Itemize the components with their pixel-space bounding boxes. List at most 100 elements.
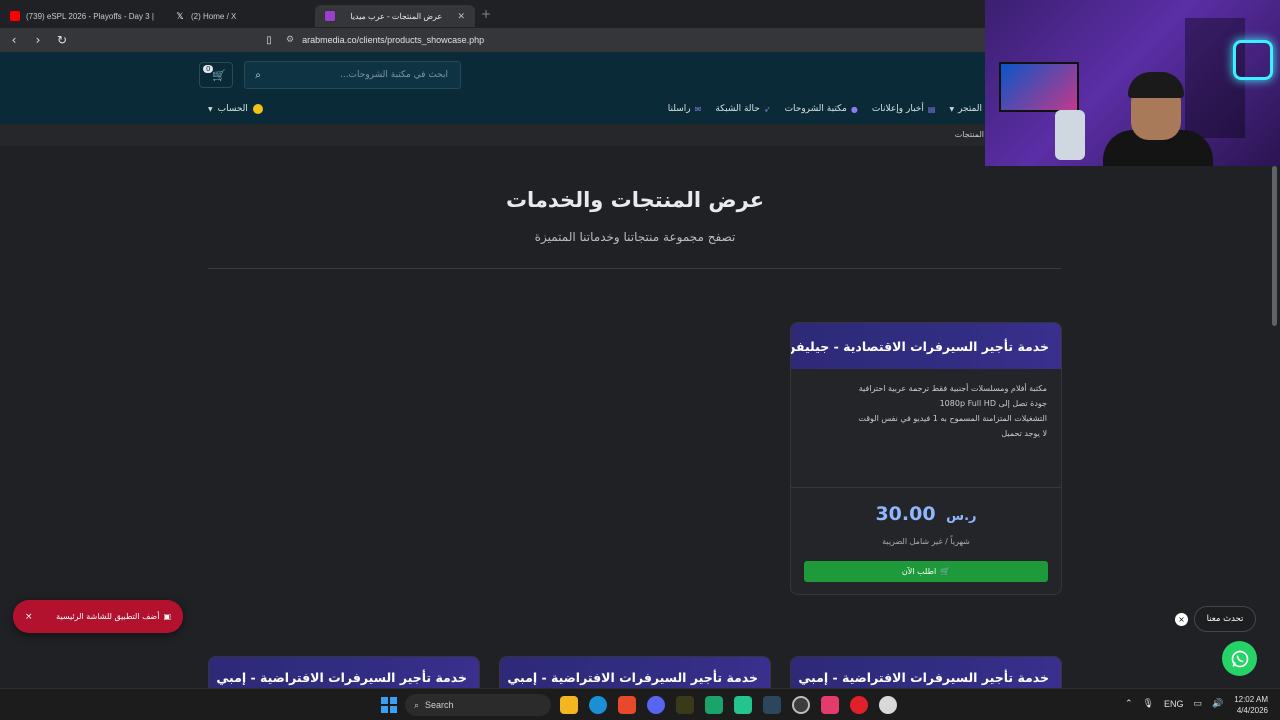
obs-icon[interactable] [879, 696, 897, 714]
arabmedia-favicon-icon [325, 11, 335, 21]
discord-icon[interactable] [647, 696, 665, 714]
nav-label: مكتبة الشروحات [784, 104, 847, 114]
new-tab-icon[interactable]: + [481, 7, 491, 21]
product-price: 30.00 ر.س [791, 503, 1061, 525]
nav-item-network-status[interactable]: ➶ حالة الشبكة [715, 104, 770, 114]
steam-icon[interactable] [763, 696, 781, 714]
webcam-neon-light [1233, 40, 1273, 80]
address-bar[interactable]: ⚙ arabmedia.co/clients/products_showcase… [280, 30, 980, 50]
newspaper-icon: ▤ [927, 104, 936, 114]
taskbar-search[interactable]: ⌕ Search [405, 694, 551, 716]
cart-icon: 🛒 [212, 68, 226, 82]
taskbar: ⌕ Search ⌃ 🎙 ENG ▭ 🔊 12:02 AM 4/4/2026 [0, 688, 1280, 720]
volume-icon[interactable]: 🔊 [1212, 698, 1223, 709]
search-icon[interactable]: ⌕ [245, 70, 271, 81]
envelope-icon: ✉ [694, 104, 702, 114]
tab-close-icon[interactable]: ✕ [457, 11, 465, 22]
price-value: 30.00 [875, 503, 936, 525]
order-label: اطلب الآن [901, 567, 937, 576]
rocket-icon: ➶ [763, 104, 771, 114]
whatsapp-button[interactable] [1222, 641, 1257, 676]
nav-item-news[interactable]: ▤ أخبار وإعلانات [872, 104, 936, 114]
pwa-prompt-text: ▣ أضف التطبيق للشاشة الرئيسية [56, 612, 171, 621]
feature-item: لا يوجد تحميل [1001, 429, 1047, 438]
user-circle-icon [252, 104, 263, 114]
feature-item: التشغيلات المتزامنة المسموح به 1 فيديو ف… [858, 414, 1047, 423]
app-icon[interactable] [705, 696, 723, 714]
cart-button[interactable]: 0 🛒 [199, 62, 233, 88]
cart-icon: 🛒 [940, 567, 951, 576]
account-label: الحساب [217, 104, 248, 114]
feature-item: جودة تصل إلى 1080p Full HD [939, 399, 1047, 408]
close-icon[interactable]: × [25, 612, 33, 622]
chrome-icon[interactable] [792, 696, 810, 714]
nav-label: أخبار وإعلانات [871, 104, 924, 114]
bookmark-icon[interactable]: ▯ [259, 35, 279, 46]
search-input[interactable] [271, 70, 456, 80]
edge-icon[interactable] [589, 696, 607, 714]
breadcrumb[interactable]: المنتجات [955, 130, 984, 139]
language-indicator[interactable]: ENG [1164, 699, 1184, 709]
nav-item-tutorials[interactable]: ● مكتبة الشروحات [785, 104, 858, 114]
search-box: ⌕ [244, 61, 461, 89]
youtube-music-icon[interactable] [850, 696, 868, 714]
tab-title: عرض المنتجات - عرب ميديا [350, 11, 443, 21]
webcam-monitor-shape [999, 62, 1079, 112]
product-card-header: خدمة تأجير السيرفرات الاقتصادية - جيليفن [791, 323, 1061, 369]
reload-icon[interactable]: ↻ [52, 33, 72, 47]
taskbar-search-label: Search [425, 700, 454, 710]
add-to-homescreen-banner[interactable]: × ▣ أضف التطبيق للشاشة الرئيسية [13, 600, 183, 633]
windows-start-icon[interactable] [381, 697, 397, 713]
chat-close-icon[interactable]: × [1175, 613, 1188, 626]
browser-tab-x[interactable]: 𝕏 (2) Home / X [165, 5, 315, 27]
browser-tab-active[interactable]: عرض المنتجات - عرب ميديا ✕ [315, 5, 475, 27]
nav-label: راسلنا [667, 104, 691, 114]
currency-symbol: ر.س [946, 509, 977, 524]
taskbar-clock[interactable]: 12:02 AM 4/4/2026 [1228, 694, 1268, 716]
price-note: شهرياً / غير شامل الضريبة [882, 537, 970, 546]
chat-with-us-button[interactable]: تحدث معنا [1194, 606, 1256, 632]
page-scrollbar[interactable] [1272, 166, 1277, 326]
card-divider [791, 487, 1061, 488]
app-icon[interactable] [676, 696, 694, 714]
forward-icon[interactable]: › [28, 33, 48, 47]
whatsapp-icon [1231, 650, 1248, 667]
search-icon: ⌕ [414, 699, 420, 710]
app-icon[interactable] [821, 696, 839, 714]
product-card: خدمة تأجير السيرفرات الاقتصادية - جيليفن… [790, 322, 1062, 595]
order-now-button[interactable]: 🛒 اطلب الآن [804, 561, 1048, 582]
app-icon[interactable] [734, 696, 752, 714]
file-explorer-icon[interactable] [560, 696, 578, 714]
pwa-label: أضف التطبيق للشاشة الرئيسية [56, 612, 160, 621]
product-title: خدمة تأجير السيرفرات الاقتصادية - جيليفن [790, 338, 1049, 354]
account-menu[interactable]: الحساب ▼ [208, 102, 263, 116]
brave-icon[interactable] [618, 696, 636, 714]
taskbar-apps [560, 696, 897, 714]
product-title: خدمة تأجير السيرفرات الافتراضية - إمبي [216, 669, 467, 685]
chevron-up-icon[interactable]: ⌃ [1125, 698, 1133, 709]
chevron-down-icon: ▼ [949, 105, 955, 113]
webcam-person-cap [1128, 72, 1184, 98]
clock-time: 12:02 AM [1234, 695, 1268, 704]
product-title: خدمة تأجير السيرفرات الافتراضية - إمبي [507, 669, 758, 685]
chevron-down-icon: ▼ [208, 105, 213, 113]
nav-item-store[interactable]: المتجر ▼ [949, 104, 982, 114]
webcam-overlay [985, 0, 1280, 166]
site-info-icon[interactable]: ⚙ [286, 35, 294, 45]
main-nav: المتجر ▼ ▤ أخبار وإعلانات ● مكتبة الشروح… [668, 102, 982, 116]
nav-label: حالة الشبكة [715, 104, 760, 114]
divider [208, 268, 1061, 269]
browser-tab-youtube[interactable]: (739) eSPL 2026 - Playoffs - Day 3 | [0, 5, 165, 27]
microphone-icon[interactable]: 🎙 [1143, 698, 1154, 709]
page-title: عرض المنتجات والخدمات [505, 188, 765, 212]
page-subtitle: تصفح مجموعة منتجاتنا وخدماتنا المتميزة [534, 230, 736, 244]
product-title: خدمة تأجير السيرفرات الافتراضية - إمبي [798, 669, 1049, 685]
url-text: arabmedia.co/clients/products_showcase.p… [302, 35, 485, 45]
x-logo-icon: 𝕏 [176, 11, 184, 21]
network-icon[interactable]: ▭ [1194, 698, 1203, 709]
nav-item-contact[interactable]: ✉ راسلنا [668, 104, 702, 114]
webcam-mic-shape [1055, 110, 1085, 160]
back-icon[interactable]: ‹ [4, 33, 24, 47]
main-content: عرض المنتجات والخدمات تصفح مجموعة منتجات… [0, 146, 1280, 696]
feature-item: مكتبة أفلام ومسلسلات أجنبية فقط ترجمة عر… [858, 384, 1047, 393]
